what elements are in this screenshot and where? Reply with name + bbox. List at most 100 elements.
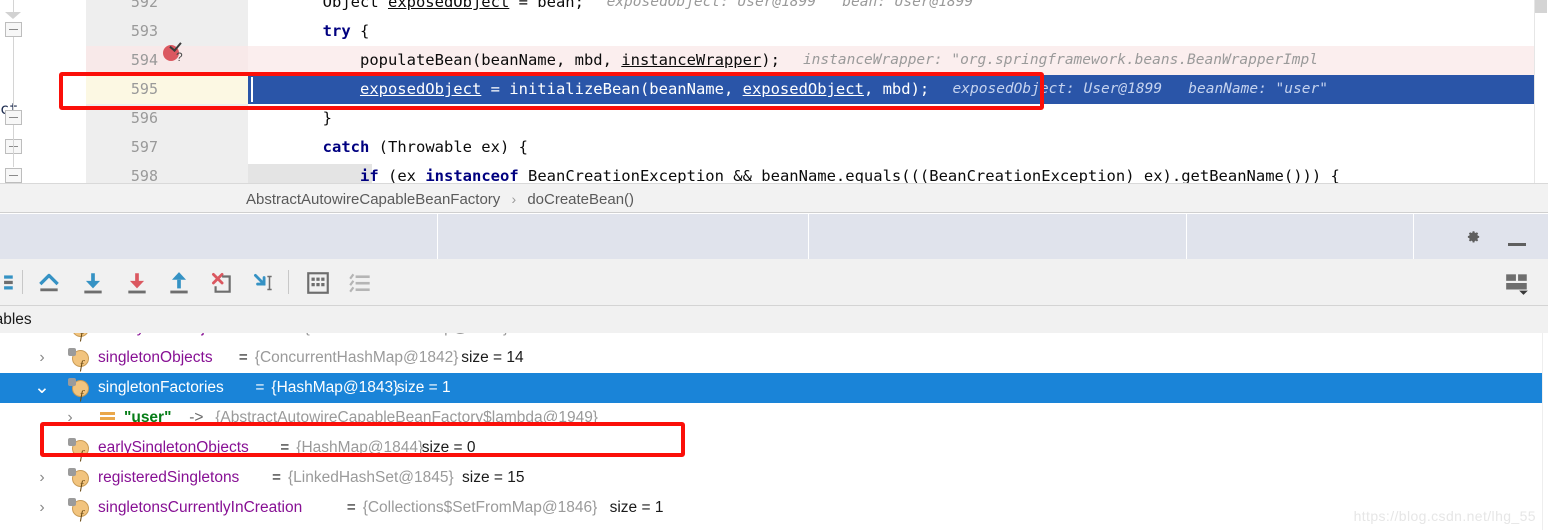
fold-line [13, 37, 14, 115]
variable-row[interactable]: f earlySingletonObjects = {HashMap@1844} siz… [0, 433, 1548, 463]
breakpoint-question-mark-icon: ? [176, 50, 183, 64]
expand-collapse-arrow-icon[interactable]: › [34, 343, 50, 373]
layout-settings-icon[interactable] [1504, 270, 1530, 296]
mute-breakpoints-icon[interactable] [0, 270, 16, 296]
variable-size: size = 0 [511, 333, 565, 343]
map-entry-key: "user" [124, 409, 172, 426]
inline-debug-hint: exposedObject: User@1899 beanName: "user… [952, 81, 1328, 97]
map-entry-arrow: -> [189, 409, 204, 426]
final-modifier-icon [68, 378, 76, 386]
fold-marker-596[interactable] [5, 110, 22, 125]
line-number: 596 [130, 109, 158, 127]
equals-sign: = [289, 333, 298, 343]
show-execution-point-icon[interactable] [36, 270, 62, 296]
code-text: catch (Throwable ex) { [322, 138, 528, 156]
variables-tab-bar[interactable]: riables [0, 306, 1548, 333]
variable-row[interactable]: › f singletonObjects = {ConcurrentHashMap@18… [0, 343, 1548, 373]
tab-variables[interactable]: riables [0, 306, 32, 333]
fold-collapse-arrow-icon[interactable] [5, 12, 22, 20]
line-number: 594 [130, 51, 158, 69]
expand-collapse-arrow-icon[interactable]: ⌄ [34, 373, 50, 403]
variable-row[interactable]: f factoryBeanObjectCache = {ConcurrentHashM… [0, 333, 1548, 343]
variable-value: {HashMap@1844} [296, 439, 424, 456]
force-step-into-icon[interactable] [208, 270, 234, 296]
expand-collapse-arrow-icon[interactable]: › [34, 463, 50, 493]
inline-debug-hint: instanceWrapper: "org.springframework.be… [802, 52, 1318, 68]
variable-row[interactable]: › f registeredSingletons = {LinkedHashSet@18… [0, 463, 1548, 493]
code-line[interactable]: try { [248, 17, 1534, 46]
code-text: exposedObject = initializeBean(beanName,… [359, 80, 930, 98]
variables-scrollbar[interactable] [1542, 333, 1548, 530]
breadcrumb-item-class[interactable]: AbstractAutowireCapableBeanFactory [246, 191, 500, 208]
editor-vertical-scrollbar[interactable] [1534, 0, 1548, 183]
variable-name: registeredSingletons [98, 469, 240, 486]
variable-value: {HashMap@1843} [271, 379, 399, 396]
fold-line [13, 0, 14, 12]
expand-collapse-arrow-icon[interactable]: › [34, 493, 50, 523]
line-number: 595 [130, 80, 158, 98]
line-number: 593 [130, 22, 158, 40]
variable-row[interactable]: ⌄ f singletonFactories = {HashMap@1843} size … [0, 373, 1548, 403]
debug-toolbar[interactable] [0, 259, 1548, 306]
line-number: 598 [130, 167, 158, 183]
code-line[interactable]: exposedObject = initializeBean(beanName,… [248, 75, 1534, 104]
code-line[interactable]: populateBean(beanName, mbd, instanceWrap… [248, 46, 1534, 75]
final-modifier-icon [68, 468, 76, 476]
variable-size: size = 1 [396, 379, 451, 396]
inline-debug-hint: exposedObject: User@1899 bean: User@1899 [606, 0, 974, 10]
step-over-icon[interactable] [80, 270, 106, 296]
step-out-icon[interactable] [166, 270, 192, 296]
code-line[interactable]: } [248, 104, 1534, 133]
minimize-icon[interactable] [1508, 243, 1526, 246]
variable-size: size = 15 [462, 469, 525, 486]
run-to-cursor-icon[interactable] [250, 270, 276, 296]
variable-row[interactable]: › "user" -> {AbstractAutowireCapableBeanFac… [0, 403, 1548, 433]
equals-sign: = [346, 499, 356, 516]
equals-sign: = [280, 439, 290, 456]
header-divider [1186, 214, 1187, 259]
fold-line [13, 125, 14, 167]
step-into-icon[interactable] [124, 270, 150, 296]
variable-name: earlySingletonObjects [98, 439, 249, 456]
expand-collapse-arrow-icon[interactable]: › [62, 403, 78, 433]
fold-marker-593[interactable] [5, 22, 22, 37]
variable-name: singletonFactories [98, 379, 224, 396]
final-modifier-icon [68, 438, 76, 446]
chevron-right-icon: › [511, 191, 517, 207]
variable-size: size = 0 [421, 439, 476, 456]
editor-scrollbar-thumb[interactable] [1535, 0, 1547, 13]
final-modifier-icon [68, 348, 76, 356]
final-modifier-icon [68, 498, 76, 506]
line-number: 597 [130, 138, 158, 156]
fold-marker-598[interactable] [5, 168, 22, 183]
variable-value: {ConcurrentHashMap@1841} [305, 333, 509, 343]
sort-variables-icon[interactable] [348, 270, 374, 296]
debug-window-header [0, 214, 1548, 259]
map-entry-icon [100, 412, 115, 425]
variable-value: {Collections$SetFromMap@1846} [362, 499, 598, 516]
variable-size: size = 14 [461, 349, 524, 366]
code-text: Object exposedObject = bean; [248, 0, 584, 11]
toolbar-separator [288, 270, 289, 294]
equals-sign: = [255, 379, 265, 396]
breadcrumb-item-method[interactable]: doCreateBean() [527, 191, 634, 208]
code-line[interactable]: if (ex instanceof BeanCreationException … [248, 162, 1534, 183]
equals-sign: = [238, 349, 248, 366]
field-icon: f [72, 333, 89, 342]
code-line[interactable]: catch (Throwable ex) { [248, 133, 1534, 162]
header-divider [1413, 214, 1414, 259]
equals-sign: = [272, 469, 282, 486]
code-text: } [248, 109, 332, 127]
variable-name: factoryBeanObjectCache [98, 333, 270, 343]
code-editor[interactable]: ct 592 Object exposedObject = bean; expos… [0, 0, 1548, 183]
header-divider [437, 214, 438, 259]
settings-gear-icon[interactable] [1464, 228, 1482, 246]
line-number: 592 [130, 0, 158, 11]
variable-size: size = 1 [609, 499, 664, 516]
variable-row[interactable]: › f singletonsCurrentlyInCreation = {Collect… [0, 493, 1548, 523]
code-line[interactable]: Object exposedObject = bean; exposedObjec… [248, 0, 1534, 17]
variable-value: {ConcurrentHashMap@1842} [254, 349, 459, 366]
evaluate-expression-icon[interactable] [305, 270, 331, 296]
variables-tree[interactable]: f factoryBeanObjectCache = {ConcurrentHashM… [0, 333, 1548, 530]
header-divider [808, 214, 809, 259]
